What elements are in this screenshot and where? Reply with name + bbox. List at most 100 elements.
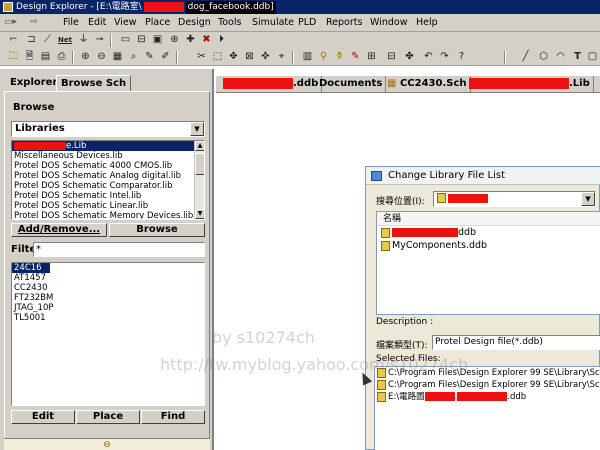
sheet-entry-icon[interactable]: ⊟ <box>134 33 149 47</box>
find-icon[interactable]: ⌖ <box>274 50 289 64</box>
column-header-name[interactable]: 名稱 <box>377 212 600 226</box>
menu-simulate[interactable]: Simulate <box>249 16 297 30</box>
fit-document-icon[interactable]: ▦ <box>110 50 125 64</box>
port-icon[interactable]: ▣ <box>150 33 165 47</box>
text-icon[interactable]: T <box>570 50 585 64</box>
menu-pld[interactable]: PLD <box>295 16 319 30</box>
redo-icon[interactable]: ↷ <box>437 50 452 64</box>
part-icon[interactable]: ⊸ <box>92 33 107 47</box>
list-item[interactable]: Protel DOS Schematic Memory Devices.lib <box>12 211 204 219</box>
list-item[interactable]: 24C16 <box>12 263 50 273</box>
chevron-down-icon[interactable]: ▼ <box>581 192 595 206</box>
save-icon[interactable]: ▤ <box>38 50 53 64</box>
menu-window[interactable]: Window <box>367 16 410 30</box>
place-button[interactable]: Place <box>76 410 140 424</box>
undo-icon[interactable]: ↶ <box>421 50 436 64</box>
menu-place[interactable]: Place <box>142 16 173 30</box>
bus-icon[interactable]: ⊐ <box>24 33 39 47</box>
line-icon[interactable]: ╱ <box>518 50 533 64</box>
bus-entry-icon[interactable]: ⟋ <box>40 33 55 47</box>
tool-icon[interactable]: ✎ <box>348 50 363 64</box>
tab-documents[interactable]: Documents <box>316 76 387 93</box>
lookin-select[interactable]: ▼ <box>433 191 596 207</box>
zoom-area-icon[interactable]: ⌕ <box>126 50 141 64</box>
browse-button[interactable]: Browse <box>109 223 205 237</box>
list-item[interactable]: TL5001 <box>12 313 204 323</box>
pencil-icon[interactable]: ✐ <box>158 50 173 64</box>
menu-help[interactable]: Help <box>413 16 441 30</box>
file-item[interactable]: MyComponents.ddb <box>377 239 600 252</box>
wizard-icon[interactable]: ✎ <box>142 50 157 64</box>
move-icon[interactable]: ✥ <box>226 50 241 64</box>
selected-files-list[interactable]: C:\Program Files\Design Explorer 99 SE\L… <box>374 366 600 450</box>
menu-edit[interactable]: Edit <box>85 16 109 30</box>
component-list[interactable]: 24C16 AT1457 CC2430 FT232BM JTAG_10P TL5… <box>11 262 205 406</box>
selected-file-item[interactable]: E:\電路圖. .ddb <box>375 391 600 403</box>
document-menu-icon[interactable]: ▭▸ <box>4 16 17 29</box>
filter-input[interactable]: * <box>33 242 205 257</box>
scroll-down-icon[interactable]: ▼ <box>195 209 204 219</box>
chevron-down-icon[interactable]: ▼ <box>190 122 204 136</box>
list-item[interactable]: Miscellaneous Devices.lib <box>12 151 204 161</box>
list-item[interactable]: e.Lib <box>12 141 204 151</box>
polygon-icon[interactable]: ⬡ <box>536 50 551 64</box>
cross-probe-icon[interactable]: ✜ <box>258 50 273 64</box>
power-port-icon[interactable]: ⏚ <box>76 33 91 47</box>
list-item[interactable]: Protel DOS Schematic Analog digital.lib <box>12 171 204 181</box>
sheet-symbol-icon[interactable]: ▭ <box>118 33 133 47</box>
browse-icon[interactable]: ⚲ <box>316 50 331 64</box>
arc-icon[interactable]: ◠ <box>553 50 568 64</box>
new-document-icon[interactable]: 🗎 <box>22 50 37 64</box>
tab-browse-sch[interactable]: Browse Sch <box>56 75 132 91</box>
menu-file[interactable]: File <box>60 16 82 30</box>
image-icon[interactable]: ▢ <box>585 50 600 64</box>
file-list[interactable]: 名稱 ddb MyComponents.ddb <box>376 211 600 315</box>
list-item[interactable]: Protel DOS Schematic 4000 CMOS.lib <box>12 161 204 171</box>
tab-explorer[interactable]: Explorer <box>6 75 61 91</box>
list-item[interactable]: Protel DOS Schematic Intel.lib <box>12 191 204 201</box>
no-erc-icon[interactable]: ✖ <box>199 33 214 47</box>
net-label-icon[interactable]: Net <box>56 33 74 47</box>
zoom-out-icon[interactable]: ⊖ <box>94 50 109 64</box>
tab-cc2430-sch[interactable]: ▦ CC2430.Sch <box>384 76 471 93</box>
browse-type-select[interactable]: Libraries ▼ <box>11 121 205 137</box>
print-icon[interactable]: ⎙ <box>54 50 69 64</box>
file-item[interactable]: ddb <box>377 226 600 239</box>
library-icon[interactable]: ▥ <box>300 50 315 64</box>
component-icon[interactable]: ⚱ <box>332 50 347 64</box>
scroll-up-icon[interactable]: ▲ <box>195 141 204 151</box>
menu-tools[interactable]: Tools <box>215 16 244 30</box>
probe-icon[interactable]: ✚ <box>183 33 198 47</box>
list-item[interactable]: AT1457 <box>12 273 204 283</box>
deselect-icon[interactable]: ⊠ <box>242 50 257 64</box>
filetype-select[interactable]: Protel Design file(*.ddb) <box>432 335 600 350</box>
list-item[interactable]: Protel DOS Schematic Linear.lib <box>12 201 204 211</box>
selected-file-item[interactable]: C:\Program Files\Design Explorer 99 SE\L… <box>375 367 600 379</box>
fan-icon[interactable]: ✤ <box>402 50 417 64</box>
arrow-menu-icon[interactable]: ⇨ <box>30 16 38 29</box>
table-icon[interactable]: ⊞ <box>364 50 379 64</box>
zoom-in-icon[interactable]: ⊕ <box>78 50 93 64</box>
library-scrollbar[interactable]: ▲ ▼ <box>194 141 204 219</box>
list-item[interactable]: CC2430 <box>12 283 204 293</box>
grid-icon[interactable]: ⊟ <box>384 50 399 64</box>
selected-file-item[interactable]: C:\Program Files\Design Explorer 99 SE\L… <box>375 379 600 391</box>
tab-lib-document[interactable]: .Lib <box>466 76 594 93</box>
menu-reports[interactable]: Reports <box>323 16 365 30</box>
open-folder-icon[interactable]: 🗀 <box>6 50 21 64</box>
pin-icon[interactable]: ⏵ <box>214 33 229 47</box>
wire-icon[interactable]: ⌐ <box>6 33 21 47</box>
menu-design[interactable]: Design <box>175 16 214 30</box>
library-list[interactable]: e.Lib Miscellaneous Devices.lib Protel D… <box>11 140 205 220</box>
menu-view[interactable]: View <box>111 16 140 30</box>
help-icon[interactable]: ? <box>454 50 469 64</box>
list-item[interactable]: Protel DOS Schematic Comparator.lib <box>12 181 204 191</box>
add-remove-button[interactable]: Add/Remove... <box>11 223 107 237</box>
cut-icon[interactable]: ✂ <box>194 50 209 64</box>
find-button[interactable]: Find <box>141 410 205 424</box>
select-area-icon[interactable]: ⬚ <box>210 50 225 64</box>
list-item[interactable]: JTAG_10P <box>12 303 204 313</box>
tab-ddb-document[interactable]: .ddb <box>220 76 323 93</box>
edit-button[interactable]: Edit <box>11 410 75 424</box>
junction-icon[interactable]: ⊕ <box>167 33 182 47</box>
